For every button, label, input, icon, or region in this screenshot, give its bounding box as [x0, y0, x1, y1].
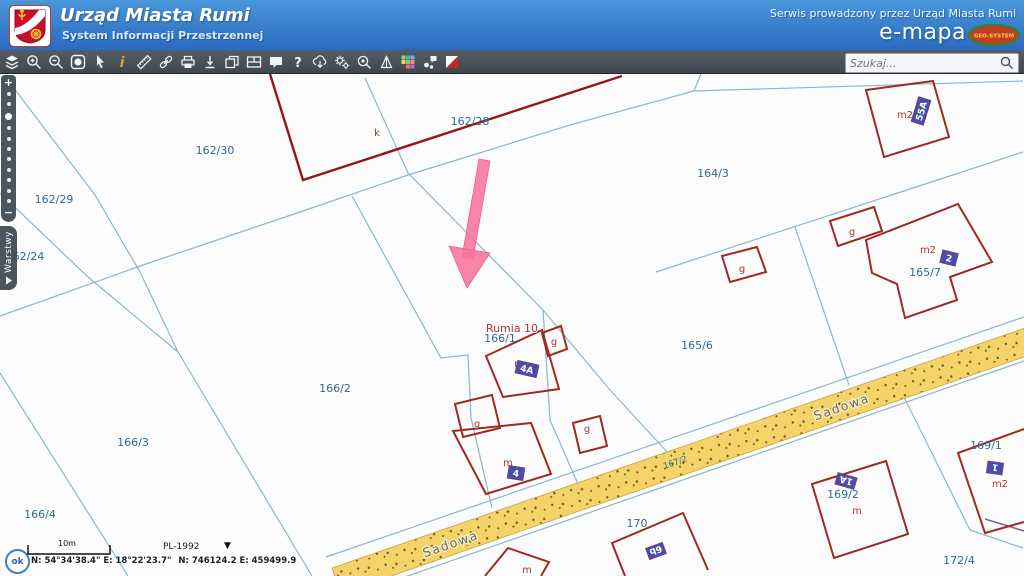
search-input[interactable]: [846, 57, 999, 70]
page-subtitle: System Informacji Przestrzennej: [62, 29, 263, 42]
plane-coordinates: N: 746124.2 E: 459499.9: [178, 556, 296, 566]
coordinates-pin-icon[interactable]: [202, 54, 218, 70]
parcel-label: 166/4: [24, 508, 56, 521]
map-background: [0, 0, 1024, 576]
orienteering-flag-icon[interactable]: [444, 54, 460, 70]
expand-arrow-icon: [5, 276, 13, 285]
chevron-down-icon[interactable]: ▼: [224, 541, 231, 551]
parcel-label: 169/1: [970, 439, 1002, 452]
parcel-label: 162/29: [35, 193, 74, 206]
geo-coordinates: N: 54°34'38.4" E: 18°22'23.7": [31, 556, 171, 566]
zoom-level-dots[interactable]: [5, 92, 12, 203]
crs-selector[interactable]: PL-1992: [163, 542, 199, 552]
parcel-label: 165/7: [909, 266, 941, 279]
parcel-label: 162/30: [196, 144, 235, 157]
building-label: m2: [920, 245, 936, 256]
parcel-label: 162/28: [451, 115, 490, 128]
zoom-out-button[interactable]: −: [4, 207, 13, 218]
building-label: g: [849, 227, 855, 238]
cursor-coordinates: N: 54°34'38.4" E: 18°22'23.7" N: 746124.2…: [31, 556, 303, 566]
geosystem-logo: GEO-SYSTEM: [968, 24, 1020, 50]
layers-tab-label: Warstwy: [4, 231, 14, 273]
cloud-download-icon[interactable]: [312, 54, 328, 70]
search-box: [845, 53, 1019, 73]
zoom-in-icon[interactable]: [26, 54, 42, 70]
building-label: m2: [897, 110, 913, 121]
geosystem-label: GEO-SYSTEM: [974, 34, 1014, 40]
building-label: m2: [992, 479, 1008, 490]
view-3d-icon[interactable]: [378, 54, 394, 70]
share-icon[interactable]: [422, 54, 438, 70]
address-label: Rumia 10: [486, 322, 538, 335]
zoom-out-icon[interactable]: [48, 54, 64, 70]
scale-label: 10m: [58, 539, 76, 548]
parcel-label: 164/3: [697, 167, 729, 180]
info-icon[interactable]: i: [114, 54, 130, 70]
building-label: m: [852, 506, 862, 517]
pointer-icon[interactable]: [92, 54, 108, 70]
page-title: Urząd Miasta Rumi: [60, 5, 250, 26]
parcel-label: 166/2: [319, 382, 351, 395]
settings-icon[interactable]: [334, 54, 350, 70]
status-overlay: ok 10m PL-1992 ▼ N: 54°34'38.4" E: 18°22…: [0, 536, 280, 576]
parcel-label: 172/4: [943, 554, 975, 567]
svg-text:?: ?: [294, 56, 302, 70]
print-icon[interactable]: [180, 54, 196, 70]
parcel-label: 166/3: [117, 436, 149, 449]
app-header: Urząd Miasta Rumi System Informacji Prze…: [0, 0, 1024, 50]
copy-view-icon[interactable]: [224, 54, 240, 70]
thematic-maps-icon[interactable]: [400, 54, 416, 70]
emapa-brand: e-mapa: [879, 20, 966, 45]
parcel-label: 165/6: [681, 339, 713, 352]
building-label: m: [522, 565, 532, 576]
building-label: g: [739, 264, 745, 275]
map-canvas[interactable]: 162/30 162/29 162/24 162/28 164/3 165/7 …: [0, 0, 1024, 576]
parcel-label: 169/2: [827, 488, 859, 501]
parcel-label: 170: [627, 517, 648, 530]
service-note: Serwis prowadzony przez Urząd Miasta Rum…: [770, 7, 1016, 20]
building-label: g: [584, 424, 590, 435]
map-toolbar: i ?: [0, 50, 1024, 74]
select-area-icon[interactable]: [70, 54, 86, 70]
link-icon[interactable]: [158, 54, 174, 70]
svg-text:i: i: [120, 55, 125, 70]
layout-panels-icon[interactable]: [246, 54, 262, 70]
help-icon[interactable]: ?: [290, 54, 306, 70]
layers-icon[interactable]: [4, 54, 20, 70]
layers-panel-tab[interactable]: Warstwy: [0, 226, 17, 290]
zoom-slider[interactable]: + −: [1, 75, 16, 222]
zoom-in-button[interactable]: +: [4, 77, 13, 88]
comment-icon[interactable]: [268, 54, 284, 70]
city-crest-logo: [9, 5, 51, 47]
building-label: g: [551, 337, 557, 348]
building-label: g: [474, 419, 480, 430]
search-parcel-icon[interactable]: [356, 54, 372, 70]
search-icon[interactable]: [999, 55, 1015, 71]
building-label: k: [374, 128, 380, 139]
measure-icon[interactable]: [136, 54, 152, 70]
